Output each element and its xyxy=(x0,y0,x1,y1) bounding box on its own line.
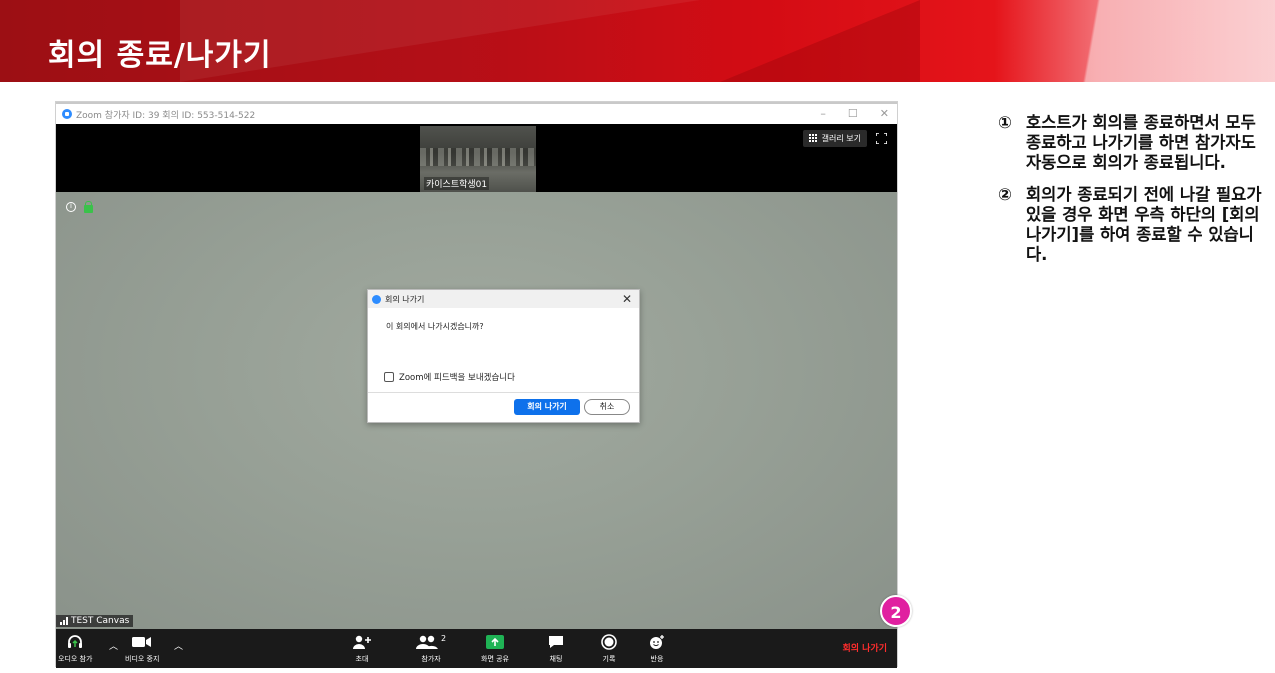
instruction-notes: ① 호스트가 회의를 종료하면서 모두 종료하고 나가기를 하면 참가자도 자동… xyxy=(998,113,1268,277)
chat-button[interactable]: 채팅 xyxy=(548,633,564,664)
note-text: 호스트가 회의를 종료하면서 모두 종료하고 나가기를 하면 참가자도 자동으로… xyxy=(1026,113,1256,172)
feedback-checkbox-label[interactable]: Zoom에 피드백을 보내겠습니다 xyxy=(399,371,515,383)
chat-icon xyxy=(549,636,563,648)
window-titlebar: Zoom 참가자 ID: 39 회의 ID: 553-514-522 – ☐ ✕ xyxy=(56,102,897,124)
leave-dialog: 회의 나가기 ✕ 이 회의에서 나가시겠습니까? Zoom에 피드백을 보내겠습… xyxy=(367,289,640,423)
note-number: ② xyxy=(998,185,1012,204)
participant-strip: 카이스트학생01 갤러리 보기 xyxy=(56,124,897,192)
gallery-view-button[interactable]: 갤러리 보기 xyxy=(802,130,867,147)
grid-icon xyxy=(808,134,818,143)
join-audio-label: 오디오 참가 xyxy=(58,655,93,663)
invite-label: 초대 xyxy=(355,655,369,663)
note-number: ① xyxy=(998,113,1012,132)
stop-video-button[interactable]: 비디오 중지 xyxy=(125,633,159,664)
participants-icon xyxy=(416,635,438,649)
minimize-button[interactable]: – xyxy=(820,107,826,120)
chat-label: 채팅 xyxy=(549,655,563,663)
header-banner: 회의 종료/나가기 xyxy=(0,0,1275,82)
dialog-titlebar: 회의 나가기 ✕ xyxy=(368,290,639,308)
note-item: ① 호스트가 회의를 종료하면서 모두 종료하고 나가기를 하면 참가자도 자동… xyxy=(998,113,1268,173)
gallery-view-label: 갤러리 보기 xyxy=(821,134,861,143)
canvas-tag: TEST Canvas xyxy=(56,615,134,627)
info-icon[interactable]: i xyxy=(66,202,76,212)
window-title: Zoom 참가자 ID: 39 회의 ID: 553-514-522 xyxy=(76,110,256,121)
zoom-window: Zoom 참가자 ID: 39 회의 ID: 553-514-522 – ☐ ✕… xyxy=(55,101,898,668)
headphones-icon xyxy=(68,635,83,648)
audio-options-chevron-icon[interactable]: ︿ xyxy=(109,639,118,652)
maximize-button[interactable]: ☐ xyxy=(848,107,858,120)
dialog-divider xyxy=(368,392,639,393)
feedback-checkbox-row[interactable]: Zoom에 피드백을 보내겠습니다 xyxy=(384,371,515,383)
record-icon xyxy=(601,634,617,650)
signal-icon xyxy=(60,617,68,625)
reaction-emoji-icon xyxy=(650,635,664,649)
dialog-message: 이 회의에서 나가시겠습니까? xyxy=(386,322,484,331)
meeting-toolbar: 오디오 참가 ︿ 비디오 중지 ︿ 초대 2 참가자 화면 공유 채팅 기록 반… xyxy=(56,629,897,668)
leave-meeting-toolbar-button[interactable]: 회의 나가기 xyxy=(842,641,887,654)
share-screen-icon xyxy=(486,635,504,649)
video-camera-icon xyxy=(132,637,152,647)
video-options-chevron-icon[interactable]: ︿ xyxy=(174,639,183,652)
record-button[interactable]: 기록 xyxy=(601,633,617,664)
zoom-logo-icon xyxy=(62,109,72,119)
feedback-checkbox[interactable] xyxy=(384,372,394,382)
close-icon[interactable]: ✕ xyxy=(622,292,632,306)
step-badge: 2 xyxy=(880,595,912,627)
reactions-button[interactable]: 반응 xyxy=(649,633,665,664)
participants-label: 참가자 xyxy=(421,655,441,663)
stop-video-label: 비디오 중지 xyxy=(125,655,160,663)
cancel-button[interactable]: 취소 xyxy=(584,399,630,415)
participants-count: 2 xyxy=(441,633,447,643)
participant-thumbnail[interactable]: 카이스트학생01 xyxy=(420,126,536,192)
slide: 회의 종료/나가기 Zoom 참가자 ID: 39 회의 ID: 553-514… xyxy=(0,0,1275,673)
note-item: ② 회의가 종료되기 전에 나갈 필요가 있을 경우 화면 우측 하단의 [회의… xyxy=(998,185,1268,265)
participants-button[interactable]: 2 참가자 xyxy=(416,633,446,664)
note-text: 회의가 종료되기 전에 나갈 필요가 있을 경우 화면 우측 하단의 [회의 나… xyxy=(1026,185,1262,264)
share-screen-label: 화면 공유 xyxy=(481,655,509,663)
join-audio-button[interactable]: 오디오 참가 xyxy=(58,633,92,664)
invite-button[interactable]: 초대 xyxy=(352,633,372,664)
zoom-logo-icon xyxy=(372,294,381,304)
canvas-label: TEST Canvas xyxy=(71,616,130,626)
slide-title: 회의 종료/나가기 xyxy=(48,38,272,73)
share-screen-button[interactable]: 화면 공유 xyxy=(481,633,509,664)
record-label: 기록 xyxy=(602,655,616,663)
participant-name: 카이스트학생01 xyxy=(424,177,490,190)
dialog-title: 회의 나가기 xyxy=(385,294,425,304)
fullscreen-icon[interactable] xyxy=(876,133,887,144)
invite-person-icon xyxy=(353,635,371,649)
lock-icon[interactable] xyxy=(84,201,93,213)
reactions-label: 반응 xyxy=(650,655,664,663)
close-window-button[interactable]: ✕ xyxy=(880,107,889,120)
leave-meeting-button[interactable]: 회의 나가기 xyxy=(514,399,580,415)
